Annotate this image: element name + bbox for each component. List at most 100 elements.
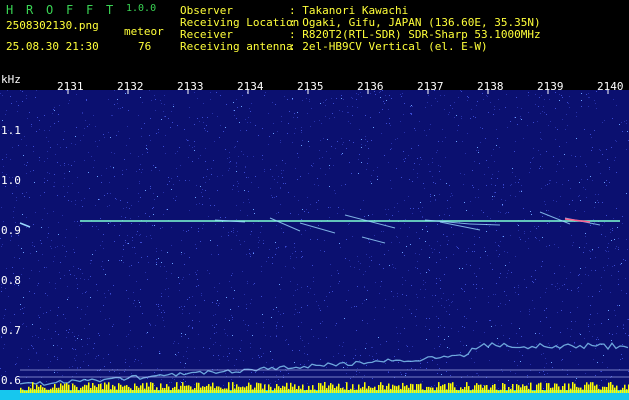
noise-dot — [320, 323, 321, 324]
noise-dot — [236, 162, 237, 163]
noise-dot — [486, 160, 487, 161]
noise-dot — [302, 340, 303, 341]
noise-dot — [164, 326, 165, 327]
noise-dot — [101, 182, 102, 183]
noise-dot — [329, 217, 330, 218]
info-value: : Ogaki, Gifu, JAPAN (136.60E, 35.35N) — [289, 16, 541, 29]
noise-dot — [36, 251, 37, 252]
noise-dot — [370, 117, 371, 118]
noise-dot — [403, 151, 404, 152]
noise-dot — [292, 98, 293, 99]
noise-dot — [283, 232, 284, 233]
noise-dot — [189, 325, 190, 326]
noise-dot — [155, 325, 156, 326]
noise-dot — [81, 309, 82, 310]
noise-dot — [189, 257, 190, 258]
noise-dot — [234, 110, 235, 111]
noise-dot — [211, 174, 212, 175]
noise-dot — [520, 239, 521, 240]
noise-dot — [608, 310, 609, 311]
noise-dot — [428, 164, 429, 165]
noise-dot — [226, 104, 227, 105]
noise-dot — [602, 122, 603, 123]
noise-dot — [563, 168, 564, 169]
noise-dot — [94, 160, 95, 161]
floor-spike — [258, 383, 260, 393]
noise-dot — [113, 285, 114, 286]
noise-dot — [598, 202, 599, 203]
noise-dot — [185, 363, 186, 364]
noise-dot — [472, 251, 473, 252]
noise-dot — [440, 179, 441, 180]
noise-dot — [238, 156, 239, 157]
noise-dot — [261, 266, 262, 267]
noise-dot — [281, 277, 282, 278]
noise-dot — [175, 200, 176, 201]
noise-dot — [506, 346, 507, 347]
noise-dot — [385, 299, 386, 300]
noise-dot — [1, 207, 2, 208]
noise-dot — [174, 379, 175, 380]
noise-dot — [467, 96, 468, 97]
noise-dot — [179, 147, 180, 148]
floor-spike — [462, 389, 464, 393]
noise-dot — [425, 241, 426, 242]
floor-spike — [128, 386, 130, 393]
noise-dot — [322, 321, 323, 322]
noise-dot — [546, 308, 547, 309]
noise-dot — [470, 201, 471, 202]
noise-dot — [116, 199, 117, 200]
noise-dot — [141, 172, 142, 173]
noise-dot — [398, 349, 399, 350]
noise-dot — [443, 234, 444, 235]
noise-dot — [611, 340, 612, 341]
noise-dot — [246, 254, 247, 255]
noise-dot — [127, 235, 128, 236]
noise-dot — [248, 177, 249, 178]
noise-dot — [547, 223, 548, 224]
noise-dot — [500, 303, 501, 304]
noise-dot — [596, 91, 597, 92]
floor-spike — [484, 385, 486, 393]
floor-spike — [344, 389, 346, 393]
noise-dot — [159, 170, 160, 171]
noise-dot — [71, 143, 72, 144]
noise-dot — [270, 188, 271, 189]
noise-dot — [567, 125, 568, 126]
noise-dot — [350, 266, 351, 267]
noise-dot — [623, 328, 624, 329]
noise-dot — [317, 178, 318, 179]
noise-dot — [497, 138, 498, 139]
noise-dot — [585, 274, 586, 275]
noise-dot — [498, 245, 499, 246]
noise-dot — [59, 105, 60, 106]
noise-dot — [541, 139, 542, 140]
floor-spike — [326, 388, 328, 393]
noise-dot — [361, 139, 362, 140]
floor-spike — [202, 386, 204, 393]
noise-dot — [26, 95, 27, 96]
noise-dot — [238, 191, 239, 192]
noise-dot — [129, 366, 130, 367]
floor-spike — [240, 387, 242, 393]
noise-dot — [202, 204, 203, 205]
noise-dot — [206, 125, 207, 126]
noise-dot — [41, 227, 42, 228]
noise-dot — [34, 182, 35, 183]
noise-dot — [476, 351, 477, 352]
noise-dot — [154, 372, 155, 373]
noise-dot — [123, 262, 124, 263]
noise-dot — [471, 109, 472, 110]
floor-spike — [264, 384, 266, 393]
noise-dot — [534, 226, 535, 227]
noise-dot — [173, 106, 174, 107]
noise-dot — [215, 314, 216, 315]
noise-dot — [77, 368, 78, 369]
noise-dot — [308, 173, 309, 174]
noise-dot — [319, 120, 320, 121]
noise-dot — [183, 356, 184, 357]
noise-dot — [448, 240, 449, 241]
noise-dot — [576, 138, 577, 139]
noise-dot — [584, 129, 585, 130]
noise-dot — [23, 155, 24, 156]
